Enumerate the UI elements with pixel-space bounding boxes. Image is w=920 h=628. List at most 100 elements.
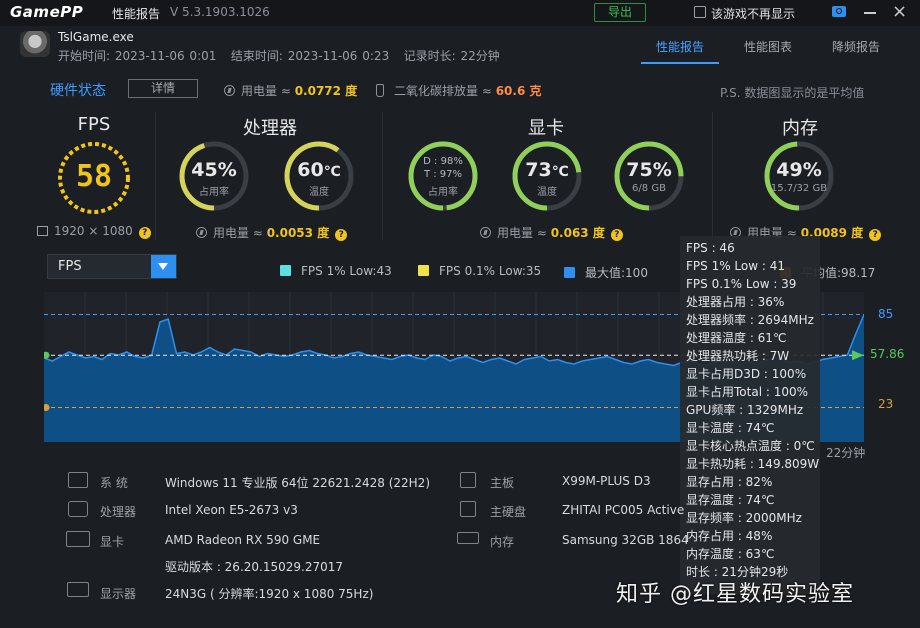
section-gpu-title: 显卡 — [528, 118, 564, 139]
tooltip-line: 处理器热功耗 : 7W — [686, 349, 790, 363]
camera-icon[interactable] — [832, 6, 846, 17]
window-title: 性能报告 — [112, 7, 161, 21]
disk-label: 主硬盘 — [490, 505, 527, 519]
gpu-d3d-usage: D : 98% — [423, 156, 463, 167]
tooltip-line: 显存占用 : 82% — [686, 475, 773, 489]
tooltip-line: FPS 0.1% Low : 39 — [686, 277, 797, 291]
screen-icon — [37, 226, 48, 236]
chart-avg-label: 57.86 — [870, 347, 905, 361]
co2-value: 60.6 克 — [495, 84, 542, 98]
ram-label: 内存 — [490, 535, 515, 549]
duration-label: 记录时长: — [403, 49, 456, 63]
cpu-usage-gauge: 45% 占用率 — [177, 139, 251, 213]
gpu-temp-label: 温度 — [537, 187, 557, 198]
tab-performance-report[interactable]: 性能报告 — [656, 38, 704, 55]
board-label: 主板 — [490, 476, 515, 490]
average-note: P.S. 数据图显示的是平均值 — [720, 86, 865, 100]
chart-tooltip: FPS : 46 FPS 1% Low : 41 FPS 0.1% Low : 39… — [680, 236, 820, 594]
help-icon[interactable]: ? — [869, 229, 882, 241]
tooltip-line: GPU频率 : 1329MHz — [686, 403, 804, 417]
monitor-value: 24N3G ( 分辨率:1920 x 1080 75Hz) — [165, 587, 374, 601]
metric-select[interactable]: FPS — [47, 254, 177, 279]
tooltip-line: 显卡热功耗 : 149.809W — [686, 457, 820, 471]
gpu-icon — [66, 531, 90, 547]
total-power: 用电量 ≈ 0.0772 度 — [224, 82, 357, 99]
section-divider — [712, 112, 713, 240]
game-avatar — [20, 31, 50, 57]
gpu-vram-value: 75% — [626, 159, 672, 181]
gpu-usage-gauge: D : 98% T : 97% 占用率 — [406, 139, 480, 213]
start-time: 2023-11-06 0:01 — [114, 49, 217, 63]
bottle-icon — [376, 84, 384, 97]
gpu-value: AMD Radeon RX 590 GME — [165, 533, 321, 547]
gpu-temp-gauge: 73℃ 温度 — [510, 139, 584, 213]
power-icon — [480, 227, 491, 238]
export-button[interactable]: 导出 — [594, 3, 646, 22]
gpu-driver: 驱动版本 : 26.20.15029.27017 — [165, 560, 344, 574]
gpu-total-usage: T : 97% — [423, 169, 463, 180]
power-icon — [224, 85, 235, 96]
hardware-status-title: 硬件状态 — [50, 83, 106, 99]
fps-gauge: 58 — [55, 139, 133, 217]
cpu-power: 用电量 ≈ 0.0053 度? — [196, 224, 348, 241]
tooltip-line: 显存温度 : 74℃ — [686, 493, 775, 507]
no-show-label[interactable]: 该游戏不再显示 — [711, 5, 795, 22]
chevron-down-icon[interactable] — [151, 255, 176, 278]
tooltip-line: 处理器温度 : 61℃ — [686, 331, 787, 345]
tooltip-line: FPS : 46 — [686, 241, 735, 255]
monitor-label: 显示器 — [100, 587, 137, 601]
close-icon[interactable]: × — [892, 1, 907, 23]
tab-throttle-report[interactable]: 降频报告 — [832, 38, 880, 55]
help-icon[interactable]: ? — [335, 229, 348, 241]
detail-button[interactable]: 详情 — [128, 79, 198, 98]
cpu-label: 处理器 — [100, 505, 137, 519]
session-info: 开始时间: 2023-11-06 0:01 结束时间: 2023-11-06 0… — [58, 47, 500, 64]
gpu-power: 用电量 ≈ 0.063 度? — [480, 224, 623, 241]
fps-value: 58 — [75, 159, 113, 194]
legend-fps-1pct-low: FPS 1% Low:43 — [280, 264, 392, 278]
help-icon[interactable]: ? — [138, 227, 151, 239]
tooltip-line: 内存占用 : 48% — [686, 529, 773, 543]
os-value: Windows 11 专业版 64位 22621.2428 (22H2) — [165, 476, 430, 490]
tooltip-line: 显卡温度 : 74℃ — [686, 421, 775, 435]
minimize-icon[interactable] — [864, 12, 876, 14]
board-value: X99M-PLUS D3 — [562, 474, 651, 488]
tooltip-line: 显存频率 : 2000MHz — [686, 511, 802, 525]
cpu-value: Intel Xeon E5-2673 v3 — [165, 503, 298, 517]
game-name: TslGame.exe — [58, 30, 134, 44]
active-tab-indicator — [641, 62, 719, 64]
section-fps-title: FPS — [77, 114, 111, 135]
tab-performance-chart[interactable]: 性能图表 — [744, 38, 792, 55]
tooltip-line: 显卡占用D3D : 100% — [686, 367, 807, 381]
cpu-icon — [68, 501, 88, 517]
tooltip-line: 处理器占用 : 36% — [686, 295, 785, 309]
disk-icon — [460, 501, 476, 517]
monitor-icon — [67, 582, 89, 597]
mem-usage-label: 15.7/32 GB — [770, 183, 828, 194]
os-label: 系 统 — [100, 476, 128, 490]
total-power-value: 0.0772 度 — [294, 84, 358, 98]
tooltip-line: 显卡占用Total : 100% — [686, 385, 809, 399]
legend-swatch — [280, 265, 291, 276]
start-label: 开始时间: — [58, 49, 111, 63]
help-icon[interactable]: ? — [610, 229, 623, 241]
tooltip-line: FPS 1% Low : 41 — [686, 259, 785, 273]
cpu-temp-value: 60℃ — [297, 159, 341, 181]
gpu-vram-gauge: 75% 6/8 GB — [612, 139, 686, 213]
duration: 22分钟 — [460, 49, 500, 63]
cpu-temp-gauge: 60℃ 温度 — [282, 139, 356, 213]
motherboard-icon — [460, 472, 476, 488]
legend-swatch — [564, 267, 575, 278]
cpu-usage-value: 45% — [191, 159, 237, 181]
section-cpu-title: 处理器 — [243, 118, 297, 139]
no-show-checkbox[interactable] — [694, 6, 706, 18]
gpu-usage-label: 占用率 — [428, 187, 458, 198]
co2-emission: 二氧化碳排放量 ≈ 60.6 克 — [376, 82, 542, 99]
tooltip-line: 显卡核心热点温度 : 0℃ — [686, 439, 815, 453]
power-icon — [196, 227, 207, 238]
gpu-vram-label: 6/8 GB — [632, 183, 666, 194]
chart-max-label: 85 — [878, 307, 894, 321]
chart-x-end-label: 22分钟 — [826, 446, 866, 460]
section-divider — [382, 112, 383, 240]
end-time: 2023-11-06 0:23 — [287, 49, 390, 63]
